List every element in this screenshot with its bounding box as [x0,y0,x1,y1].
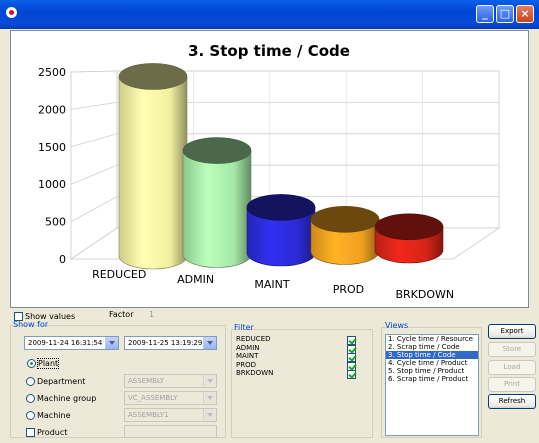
date-from-picker[interactable]: 2009-11-24 16:31:54 [24,336,119,350]
chevron-down-icon[interactable] [203,375,216,387]
maximize-button[interactable]: □ [496,5,514,23]
show-for-title: Show for [13,320,49,329]
filter-item-label: REDUCED [236,335,271,343]
department-value: ASSEMBLY [128,377,165,385]
department-label: Department [37,377,86,386]
product-checkbox[interactable] [26,428,35,437]
views-list-item[interactable]: 5. Stop time / Product [386,367,478,375]
load-button[interactable]: Load [488,360,536,375]
y-tick-label: 500 [45,216,66,229]
chevron-down-icon[interactable] [203,409,216,421]
close-button[interactable]: × [516,5,534,23]
plant-label: Plant [36,358,60,369]
y-tick-label: 0 [59,253,66,266]
machine-group-radio[interactable] [26,394,35,403]
date-to-picker[interactable]: 2009-11-25 13:19:29 [124,336,217,350]
chevron-down-icon[interactable] [105,337,118,349]
date-from-value: 2009-11-24 16:31:54 [28,339,103,347]
filter-item-label: PROD [236,360,256,369]
views-list-item[interactable]: 1. Cycle time / Resource [386,335,478,343]
views-list-item[interactable]: 2. Scrap time / Code [386,343,478,351]
filter-item-label: MAINT [236,352,259,360]
views-list-item[interactable]: 3. Stop time / Code [386,351,478,359]
bar-cylinder-body [118,76,188,270]
bar-cylinder-top [118,63,188,90]
product-field[interactable] [124,425,217,438]
factor-label: Factor [109,310,134,319]
machine-label: Machine [37,411,71,420]
filter-item-checkbox[interactable] [347,370,356,379]
chart-panel: 3. Stop time / Code 0 500 1000 1500 2000 2500 R… [10,30,529,308]
product-label: Product [37,428,68,437]
refresh-button[interactable]: Refresh [488,394,536,409]
filter-item-label: BRKDOWN [236,369,274,377]
chart-title: 3. Stop time / Code [188,42,350,60]
minimize-button[interactable]: _ [476,5,494,23]
x-tick-label: MAINT [254,278,289,291]
y-tick-label: 2000 [38,103,66,116]
x-tick-label: REDUCED [92,268,146,281]
machine-select[interactable]: ASSEMBLY1 [124,408,217,422]
machine-value: ASSEMBLY1 [128,411,169,419]
filter-item-label: ADMIN [236,343,260,352]
machine-radio[interactable] [26,411,35,420]
views-list-item[interactable]: 4. Cycle time / Product [386,359,478,367]
y-tick-label: 1500 [38,141,66,154]
chart-left-wall [70,70,118,260]
bar-chart: 3. Stop time / Code 0 500 1000 1500 2000 2500 R… [38,42,501,301]
title-bar: _ □ × [0,0,539,29]
plant-radio[interactable] [27,359,36,368]
store-button[interactable]: Store [488,342,536,357]
export-button[interactable]: Export [488,324,536,339]
print-button[interactable]: Print [488,377,536,392]
machine-group-select[interactable]: VC_ASSEMBLY [124,391,217,405]
bar-cylinder-body [182,150,252,268]
app-icon[interactable] [6,7,17,18]
department-select[interactable]: ASSEMBLY [124,374,217,388]
x-tick-label: BRKDOWN [395,288,454,301]
x-tick-label: ADMIN [177,273,214,286]
x-tick-label: PROD [333,283,364,296]
y-tick-label: 1000 [38,178,66,191]
date-to-value: 2009-11-25 13:19:29 [128,339,203,347]
machine-group-value: VC_ASSEMBLY [128,394,178,402]
department-radio[interactable] [26,377,35,386]
views-list-item[interactable]: 6. Scrap time / Product [386,375,478,383]
bar-cylinder-top [182,137,252,164]
bar-cylinder-top [310,206,380,233]
bar-cylinder-top [374,213,444,241]
filter-title: Filter [234,323,254,332]
y-tick-label: 2500 [38,66,66,79]
factor-value: 1 [149,310,155,319]
bar-cylinder-top [246,194,316,221]
chevron-down-icon[interactable] [203,337,216,349]
views-title: Views [385,321,409,330]
machine-group-label: Machine group [37,394,97,403]
chevron-down-icon[interactable] [203,392,216,404]
views-listbox[interactable]: 1. Cycle time / Resource 2. Scrap time / … [385,334,479,436]
